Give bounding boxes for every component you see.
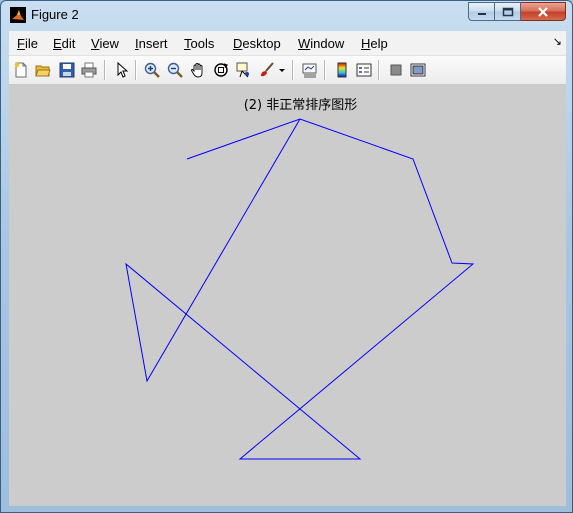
- colorbar-icon: [337, 62, 347, 78]
- title-bar[interactable]: Figure 2: [1, 1, 572, 30]
- legend-icon: [356, 63, 372, 77]
- menu-help[interactable]: Help: [361, 36, 388, 51]
- maximize-icon: [502, 7, 513, 16]
- insert-colorbar-button[interactable]: [333, 61, 351, 79]
- new-figure-button[interactable]: [12, 61, 30, 79]
- figure-toolbar: [9, 56, 566, 85]
- link-plot-icon: [302, 63, 317, 78]
- minimize-button[interactable]: [468, 2, 495, 21]
- hide-plot-tools-button[interactable]: [387, 61, 405, 79]
- menu-bar: File Edit View Insert Tools Desktop Wind…: [9, 31, 566, 56]
- pan-button[interactable]: [189, 61, 207, 79]
- save-button[interactable]: [58, 61, 76, 79]
- insert-legend-button[interactable]: [355, 61, 373, 79]
- window-controls: [468, 2, 566, 21]
- zoom-out-button[interactable]: [166, 61, 184, 79]
- show-plot-tools-button[interactable]: [409, 61, 427, 79]
- menu-desktop[interactable]: Desktop: [233, 36, 281, 51]
- show-plot-tools-icon: [410, 63, 426, 77]
- minimize-icon: [477, 12, 486, 15]
- plot-area: [125, 118, 475, 460]
- toolbar-separator: [104, 60, 106, 80]
- brush-icon: [261, 62, 274, 77]
- print-icon: [81, 62, 97, 78]
- zoom-in-icon: [144, 62, 160, 78]
- hide-plot-tools-icon: [390, 64, 402, 76]
- matlab-logo-icon: [10, 7, 26, 23]
- open-file-button[interactable]: [34, 61, 52, 79]
- link-plot-button[interactable]: [301, 61, 319, 79]
- figure-window: Figure 2 File Edit View Insert Tools Des…: [0, 0, 573, 513]
- zoom-out-icon: [167, 62, 183, 78]
- menu-edit[interactable]: Edit: [53, 36, 75, 51]
- close-button[interactable]: [521, 2, 566, 21]
- rotate-3d-button[interactable]: [212, 61, 230, 79]
- menu-window[interactable]: Window: [298, 36, 344, 51]
- save-icon: [59, 62, 75, 78]
- menu-view[interactable]: View: [91, 36, 119, 51]
- menu-file[interactable]: File: [17, 36, 38, 51]
- pointer-icon: [117, 62, 129, 78]
- pan-hand-icon: [191, 63, 203, 78]
- plot-line: [125, 118, 475, 460]
- data-cursor-button[interactable]: [235, 61, 253, 79]
- toolbar-separator: [378, 60, 380, 80]
- close-icon: [538, 6, 548, 17]
- zoom-in-button[interactable]: [143, 61, 161, 79]
- new-figure-icon: [14, 62, 27, 78]
- print-button[interactable]: [80, 61, 98, 79]
- brush-dropdown-icon: [279, 69, 285, 72]
- brush-dropdown-button[interactable]: [277, 61, 287, 79]
- brush-button[interactable]: [258, 61, 276, 79]
- window-title: Figure 2: [31, 7, 79, 22]
- open-file-icon: [35, 65, 51, 77]
- toolbar-separator: [324, 60, 326, 80]
- edit-plot-button[interactable]: [113, 61, 131, 79]
- rotate-3d-icon: [214, 63, 229, 77]
- menu-tools[interactable]: Tools: [184, 36, 214, 51]
- figure-canvas[interactable]: (2) 非正常排序图形: [9, 85, 566, 506]
- toolbar-separator: [135, 60, 137, 80]
- maximize-button[interactable]: [495, 2, 521, 21]
- toolbar-separator: [292, 60, 294, 80]
- data-cursor-icon: [236, 62, 249, 78]
- dock-arrow-icon[interactable]: ↘: [553, 35, 562, 48]
- menu-insert[interactable]: Insert: [135, 36, 168, 51]
